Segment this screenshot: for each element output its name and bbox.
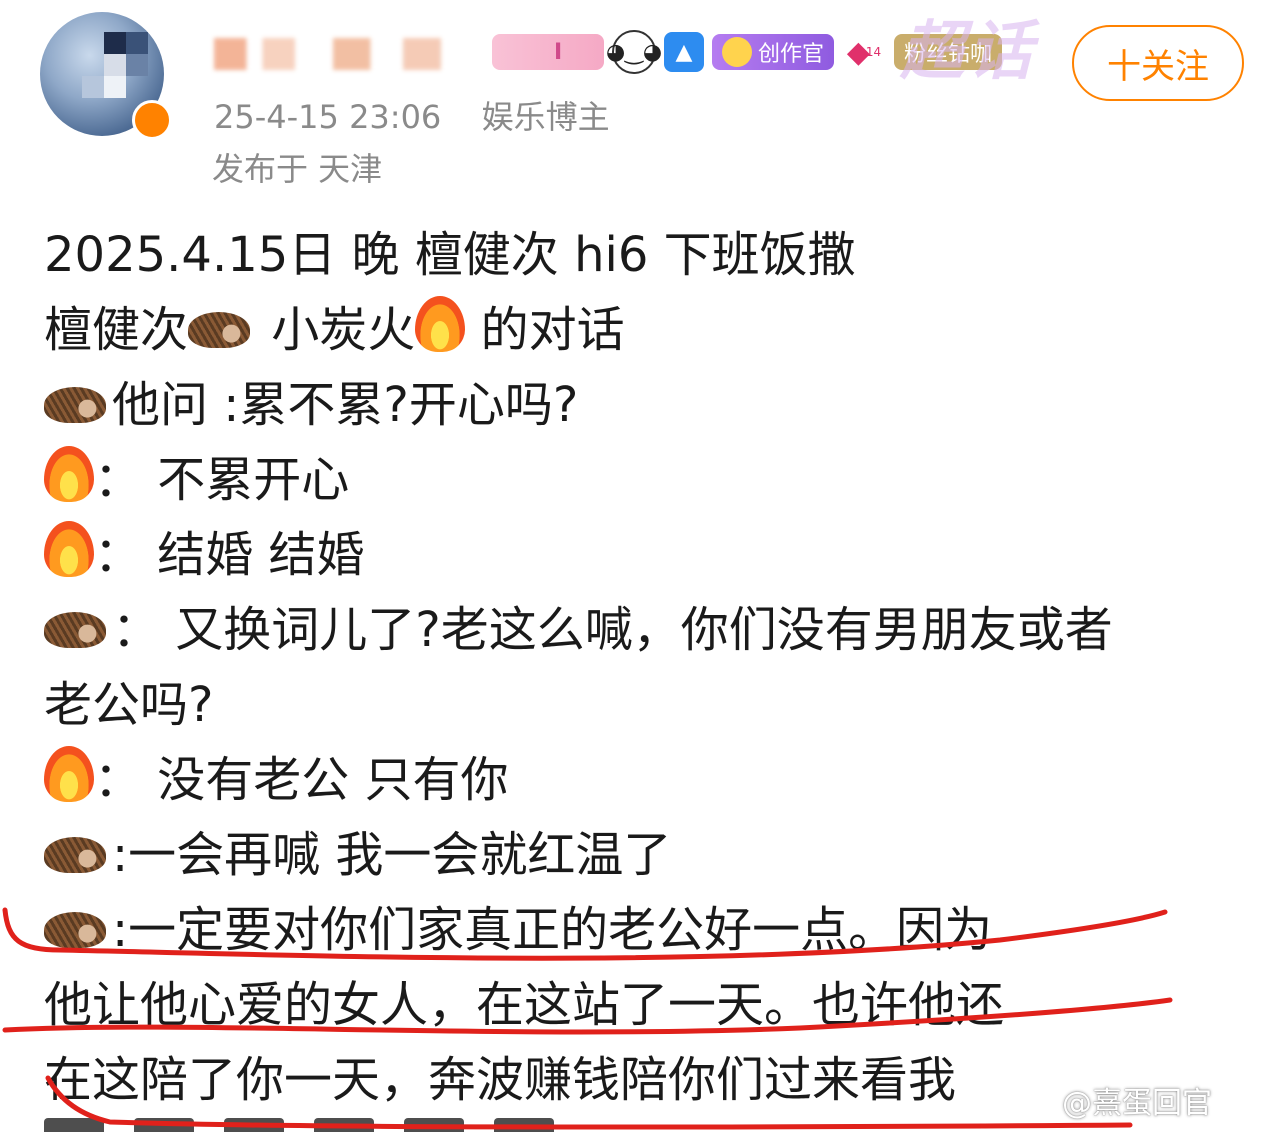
post-line: :一会再喊 我一会就红温了 — [44, 818, 1234, 893]
post-line: ： 结婚 结婚 — [44, 518, 1234, 593]
panda-badge-icon[interactable]: ◕‿◕ — [606, 30, 662, 74]
post-line: 老公吗? — [44, 677, 214, 733]
post-line: 他问 :累不累?开心吗? — [44, 368, 1234, 443]
hedgehog-icon — [44, 912, 106, 948]
shark-badge-icon[interactable]: ▲ — [664, 32, 704, 72]
author-tag: 娱乐博主 — [481, 98, 610, 136]
post-line: 2025.4.15日 晚 檀健次 hi6 下班饭撒 — [44, 227, 856, 283]
weibo-watermark: @熹蛋回官 — [1062, 1086, 1212, 1121]
post-body: 2025.4.15日 晚 檀健次 hi6 下班饭撒 檀健次 小炭火 的对话 他问… — [44, 218, 1234, 1118]
post-line: ： 不累开心 — [44, 443, 1234, 518]
post-text: :一定要对你们家真正的老公好一点。因为 — [112, 902, 993, 958]
post-line: ： 没有老公 只有你 — [44, 743, 1234, 818]
post-meta: 25-4-15 23:06 娱乐博主 — [214, 92, 610, 138]
fire-icon — [44, 521, 94, 577]
hedgehog-icon — [44, 612, 106, 648]
post-header: I ◕‿◕ ▲ 创作官 ◆ 14 粉丝钻咖 超话 十关注 25-4-15 23:0… — [0, 0, 1272, 200]
creator-emoji-icon — [722, 37, 752, 67]
post-time: 25-4-15 23:06 — [214, 98, 442, 136]
post-text: 的对话 — [480, 302, 625, 358]
follow-button[interactable]: 十关注 — [1072, 25, 1244, 101]
post-text: ： 没有老公 只有你 — [94, 752, 509, 808]
pink-badge-letter: I — [554, 39, 563, 65]
fire-icon — [44, 746, 94, 802]
fire-icon — [415, 296, 466, 352]
gem-level-badge-icon[interactable]: ◆ 14 — [842, 32, 886, 72]
hedgehog-icon — [44, 387, 106, 423]
creator-badge[interactable]: 创作官 — [712, 34, 835, 70]
post-location: 发布于 天津 — [212, 150, 383, 188]
verified-badge-icon — [132, 100, 172, 140]
creator-badge-label: 创作官 — [758, 42, 825, 67]
post-text: 檀健次 — [44, 302, 189, 358]
post-line: :一定要对你们家真正的老公好一点。因为 — [44, 893, 1234, 968]
post-text: ： 结婚 结婚 — [94, 527, 365, 583]
hedgehog-icon — [188, 312, 251, 348]
post-text: :一会再喊 我一会就红温了 — [112, 827, 672, 883]
post-line: 在这陪了你一天，奔波赚钱陪你们过来看我 — [44, 1052, 957, 1108]
post-line: ： 又换词儿了?老这么喊，你们没有男朋友或者 — [44, 593, 1234, 668]
post-line: 檀健次 小炭火 的对话 — [44, 293, 1234, 368]
post-text: 小炭火 — [271, 302, 416, 358]
gem-level: 14 — [865, 45, 882, 59]
post-text: ： 又换词儿了?老这么喊，你们没有男朋友或者 — [112, 602, 1113, 658]
hedgehog-icon — [44, 837, 106, 873]
fire-icon — [44, 446, 94, 502]
post-line: 他让他心爱的女人，在这站了一天。也许他还 — [44, 977, 1005, 1033]
post-text: 他问 :累不累?开心吗? — [112, 377, 579, 433]
username-redacted[interactable] — [214, 38, 484, 70]
pink-bear-badge-icon[interactable]: I — [492, 34, 604, 70]
post-text: ： 不累开心 — [94, 452, 350, 508]
